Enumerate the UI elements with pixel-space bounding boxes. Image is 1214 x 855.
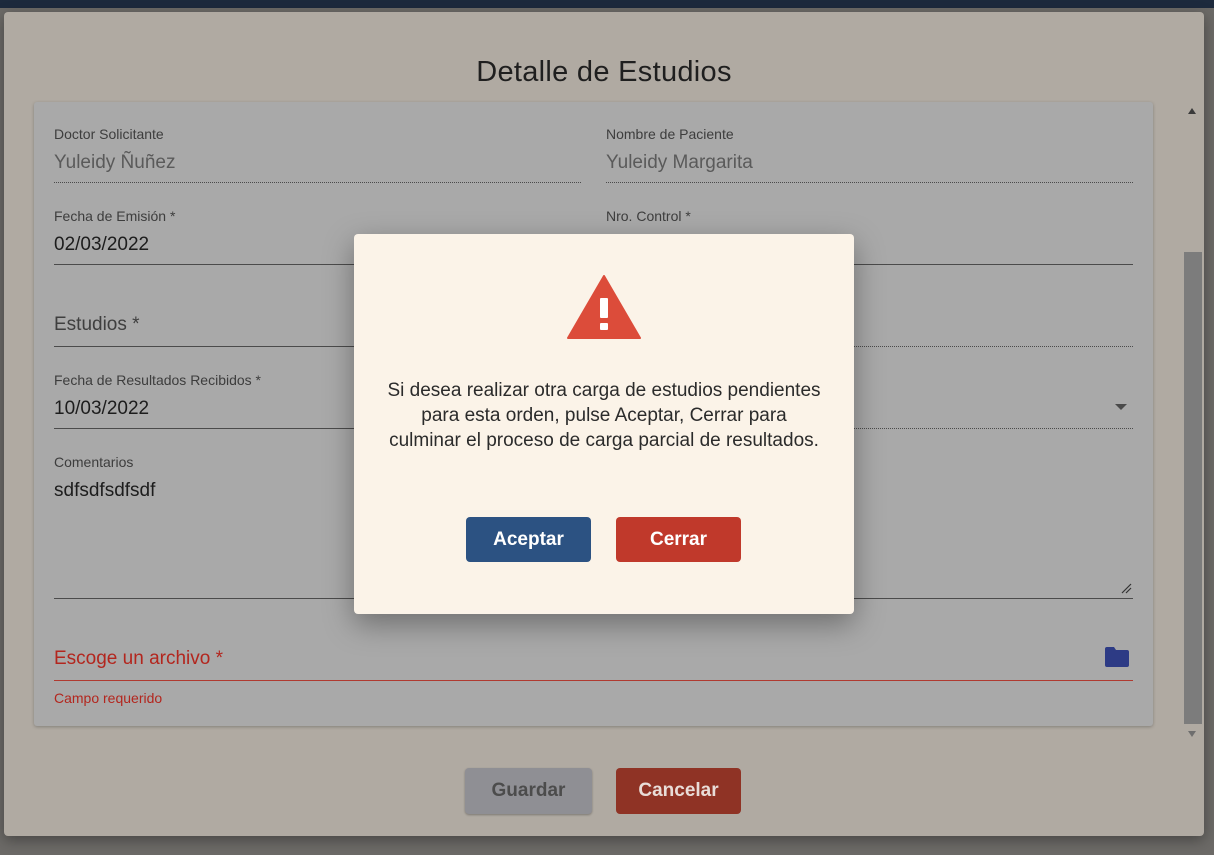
close-button[interactable]: Cerrar — [616, 517, 741, 562]
doctor-value: Yuleidy Ñuñez — [54, 152, 176, 173]
patient-name-underline — [606, 182, 1133, 183]
cancel-button[interactable]: Cancelar — [616, 768, 741, 814]
scrollbar-thumb[interactable] — [1184, 252, 1202, 724]
studies-placeholder: Estudios * — [54, 314, 140, 335]
comments-value: sdfsdfsdfsdf — [54, 480, 156, 501]
results-date-label: Fecha de Resultados Recibidos * — [54, 372, 262, 388]
patient-name-field[interactable]: Nombre de Paciente Yuleidy Margarita — [606, 126, 1133, 184]
issue-date-label: Fecha de Emisión * — [54, 208, 176, 224]
file-picker-error: Campo requerido — [54, 690, 163, 706]
folder-icon[interactable] — [1104, 646, 1130, 668]
doctor-underline — [54, 182, 581, 183]
resize-handle-icon[interactable] — [1120, 582, 1132, 594]
file-picker-placeholder: Escoge un archivo * — [54, 648, 223, 669]
file-picker-underline — [54, 680, 1133, 681]
modal-title: Detalle de Estudios — [476, 56, 732, 88]
doctor-label: Doctor Solicitante — [54, 126, 164, 142]
dropdown-caret-icon — [1115, 404, 1127, 410]
issue-date-value: 02/03/2022 — [54, 234, 150, 255]
control-number-label: Nro. Control * — [606, 208, 691, 224]
dialog-message: Si desea realizar otra carga de estudios… — [387, 380, 821, 451]
top-app-bar — [0, 0, 1214, 8]
doctor-field[interactable]: Doctor Solicitante Yuleidy Ñuñez — [54, 126, 581, 184]
scroll-up-arrow-icon[interactable] — [1188, 108, 1196, 114]
comments-label: Comentarios — [54, 454, 134, 470]
scroll-down-arrow-icon[interactable] — [1188, 731, 1196, 737]
file-picker-field[interactable]: Escoge un archivo * — [54, 646, 1133, 682]
patient-name-label: Nombre de Paciente — [606, 126, 734, 142]
save-button[interactable]: Guardar — [465, 768, 592, 814]
accept-button[interactable]: Aceptar — [466, 517, 591, 562]
confirmation-dialog: Si desea realizar otra carga de estudios… — [354, 234, 854, 614]
patient-name-value: Yuleidy Margarita — [606, 152, 753, 173]
results-date-value: 10/03/2022 — [54, 398, 150, 419]
warning-icon — [567, 275, 641, 339]
